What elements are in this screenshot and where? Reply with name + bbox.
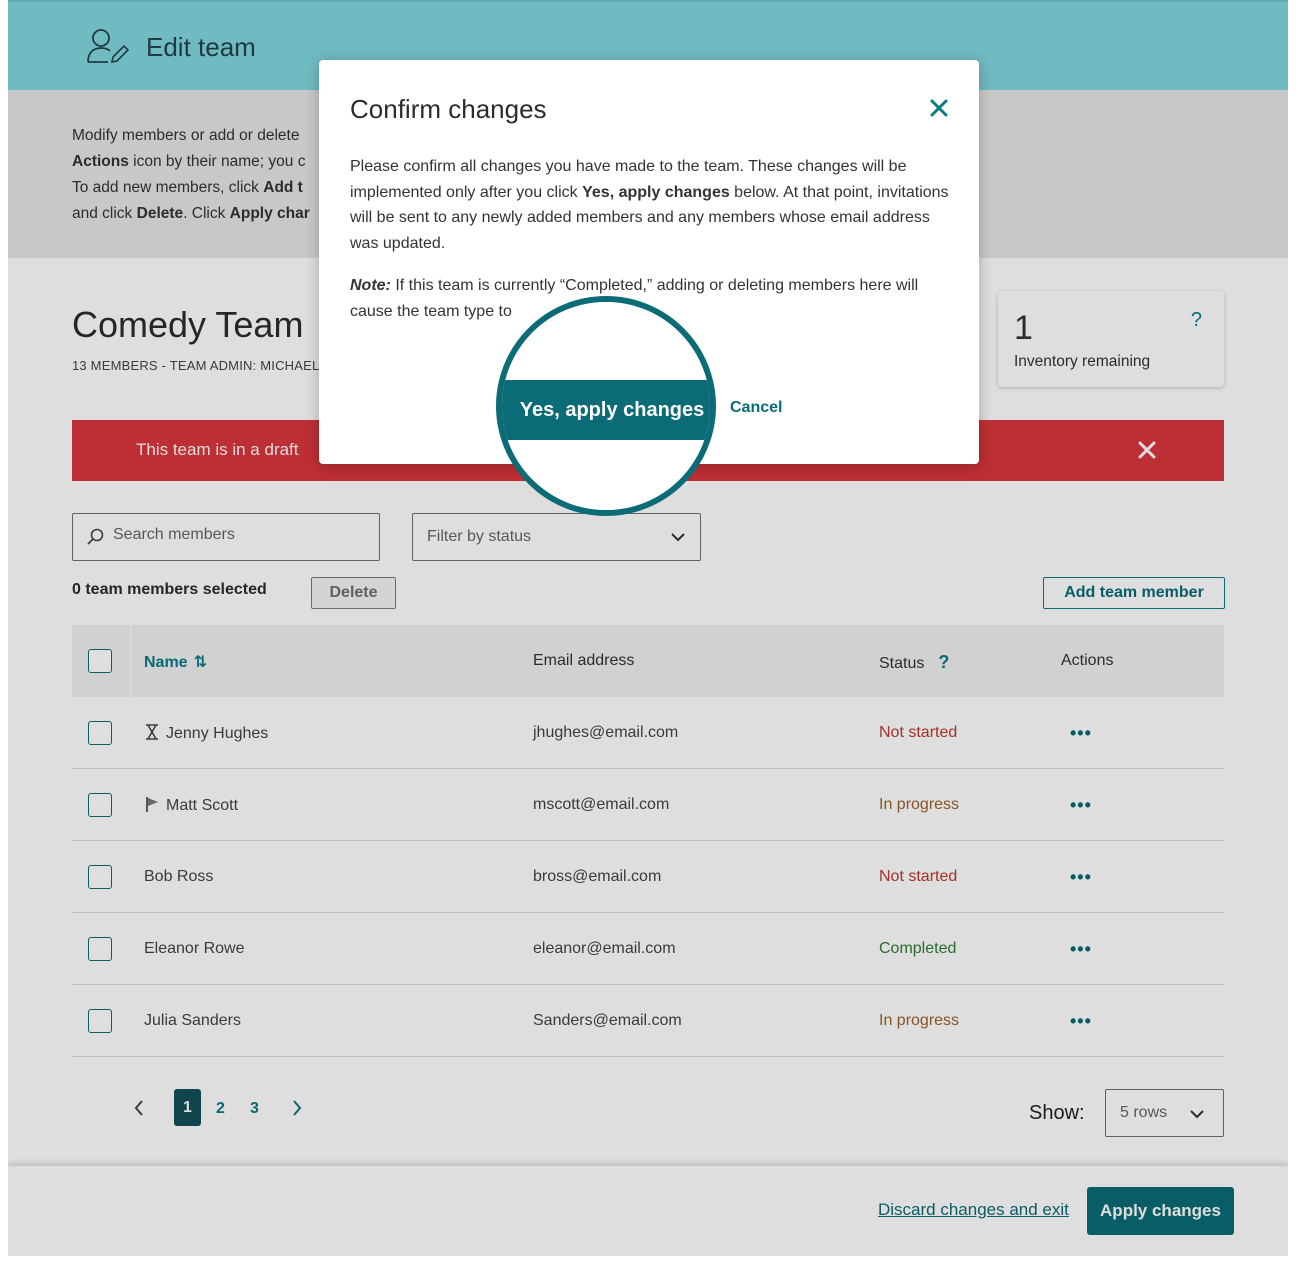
page-title: Edit team — [146, 32, 256, 62]
magnifier-lens: Yes, apply changes — [496, 296, 716, 516]
cancel-button[interactable]: Cancel — [730, 399, 782, 417]
close-icon[interactable] — [929, 98, 949, 118]
yes-apply-changes-button[interactable]: Yes, apply changes — [502, 380, 710, 440]
modal-title: Confirm changes — [350, 94, 547, 124]
edit-user-icon — [87, 29, 130, 64]
modal-body: Please confirm all changes you have made… — [350, 158, 949, 253]
lens-background — [502, 442, 710, 510]
app-window: Edit team Modify members or add or delet… — [8, 0, 1288, 1256]
lens-background — [502, 302, 710, 380]
